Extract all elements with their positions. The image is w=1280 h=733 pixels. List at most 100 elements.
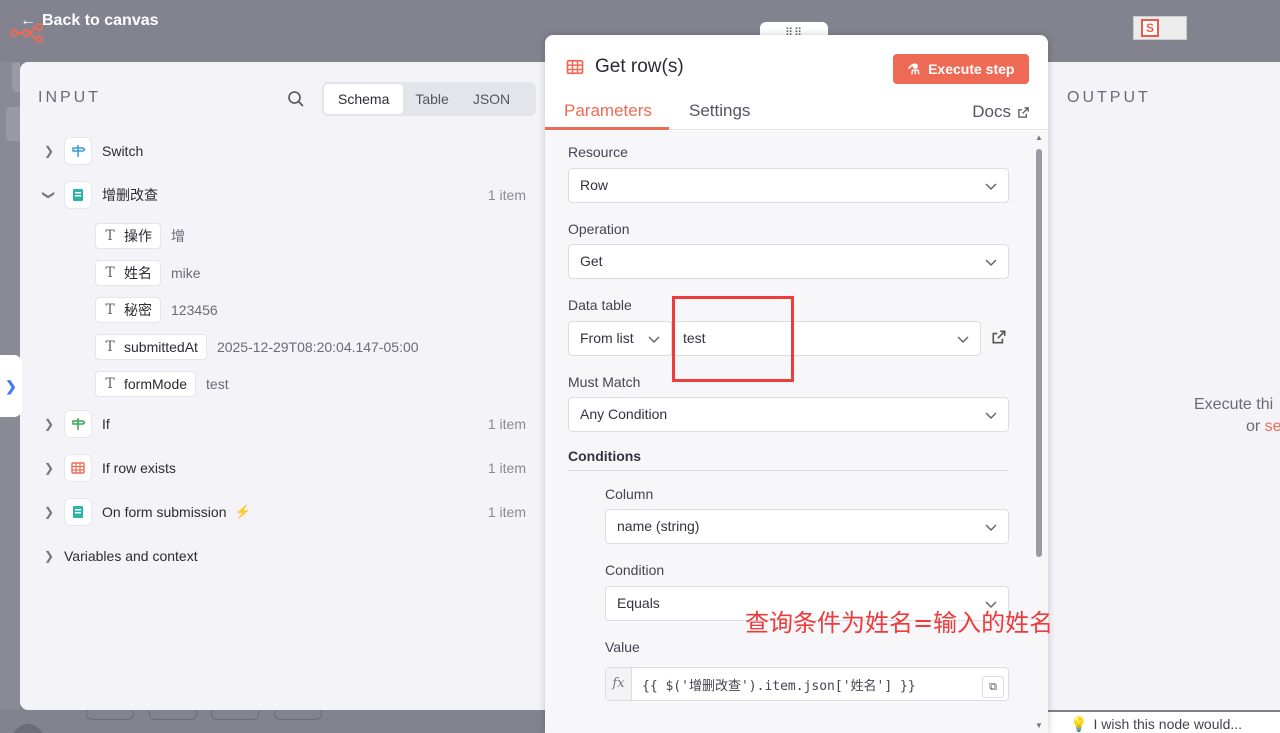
condition-value: Equals [617, 595, 660, 611]
chevron-right-icon: ❯ [43, 144, 55, 158]
flask-icon: ⚗ [907, 60, 921, 77]
input-panel-label: INPUT [38, 89, 101, 106]
tab-json[interactable]: JSON [461, 84, 522, 114]
lightbulb-icon: 💡 [1070, 716, 1088, 732]
expression-text: {{ $('增删改查').item.json['姓名'] }} [642, 678, 916, 694]
node-name: On form submission [102, 504, 227, 520]
column-value: name (string) [617, 518, 700, 534]
operation-select[interactable]: Get [568, 244, 1009, 279]
execute-step-label: Execute step [928, 61, 1015, 77]
item-count: 1 item [487, 460, 526, 476]
field-value: 增 [171, 228, 185, 244]
chevron-right-icon: ❯ [43, 505, 55, 519]
switch-icon [64, 137, 92, 165]
resource-label: Resource [568, 144, 628, 160]
item-count: 1 item [487, 187, 526, 203]
expand-side-button[interactable]: ❯ [0, 355, 22, 417]
parameters-panel: Resource Row Operation Get Data table Fr… [545, 131, 1053, 733]
text-type-icon: T [105, 376, 115, 392]
must-match-value: Any Condition [580, 406, 668, 422]
field-value: test [206, 376, 229, 392]
docs-label: Docs [972, 102, 1011, 121]
data-table-mode-select[interactable]: From list [568, 321, 672, 356]
external-link-icon [1018, 106, 1029, 118]
tree-node-switch[interactable]: ❯ Switch [40, 136, 530, 166]
s-logo-icon: S [1141, 19, 1159, 37]
form-icon [64, 498, 92, 526]
column-select[interactable]: name (string) [605, 509, 1009, 544]
highlight-box [672, 296, 794, 382]
tree-node-form[interactable]: ❯ 增删改查 1 item [40, 180, 530, 210]
schema-field[interactable]: T 秘密 123456 [95, 295, 218, 325]
feedback-bar[interactable]: 💡 I wish this node would... [1048, 712, 1280, 733]
variables-label: Variables and context [64, 548, 198, 564]
output-hint-prefix: or [1246, 418, 1265, 435]
chevron-right-icon: ❯ [43, 417, 55, 431]
node-name: 增删改查 [102, 187, 158, 203]
item-count: 1 item [487, 504, 526, 520]
output-panel-label: OUTPUT [1067, 89, 1151, 106]
node-title-text[interactable]: Get row(s) [595, 56, 684, 78]
output-hint: Execute thi [1194, 396, 1274, 413]
docs-link[interactable]: Docs [972, 102, 1030, 122]
tab-schema[interactable]: Schema [324, 84, 404, 114]
external-link-icon[interactable] [991, 329, 1007, 345]
node-name: If [102, 416, 110, 432]
column-label: Column [605, 486, 654, 502]
input-panel: INPUT Schema Table JSON ❯ Switch ❯ 增删改查 … [20, 62, 545, 710]
table-icon [64, 454, 92, 482]
schema-field[interactable]: TformMode test [95, 369, 229, 399]
field-key: formMode [124, 376, 188, 392]
scroll-up-icon[interactable]: ▲ [1035, 133, 1043, 142]
output-hint-link[interactable]: se [1265, 418, 1280, 435]
must-match-label: Must Match [568, 374, 641, 390]
expand-expression-icon[interactable]: ⧉ [982, 676, 1004, 698]
chevron-right-icon: ❯ [43, 461, 55, 475]
tree-node-on-form-submission[interactable]: ❯ On form submission ⚡ 1 item [40, 497, 530, 527]
resource-value: Row [580, 177, 609, 193]
tab-settings[interactable]: Settings [689, 101, 750, 121]
schema-field[interactable]: T 姓名 mike [95, 258, 201, 288]
chevron-down-icon [985, 259, 997, 267]
operation-label: Operation [568, 221, 630, 237]
text-type-icon: T [105, 302, 115, 318]
data-table-mode: From list [580, 330, 634, 346]
annotation-text: 查询条件为姓名=输入的姓名 [745, 609, 1054, 637]
tab-table[interactable]: Table [403, 84, 460, 114]
text-type-icon: T [105, 339, 115, 355]
resource-select[interactable]: Row [568, 168, 1009, 203]
back-label: Back to canvas [42, 12, 159, 29]
tree-node-variables[interactable]: ❯ Variables and context [40, 541, 530, 571]
schema-field[interactable]: TsubmittedAt 2025-12-29T08:20:04.147-05:… [95, 332, 419, 362]
field-value: 123456 [171, 302, 218, 318]
ndv-tabs: Parameters Settings Docs [545, 99, 1048, 130]
scrollbar-thumb[interactable] [1036, 149, 1042, 557]
tab-parameters[interactable]: Parameters [564, 101, 652, 121]
active-tab-underline [545, 127, 669, 130]
field-key: submittedAt [124, 339, 198, 355]
fx-icon: fx [606, 668, 632, 700]
back-to-canvas-button[interactable]: ← Back to canvas [20, 12, 159, 30]
condition-label: Condition [605, 562, 665, 578]
tree-node-if-row-exists[interactable]: ❯ If row exists 1 item [40, 453, 530, 483]
input-method-badge: S [1133, 16, 1187, 40]
canvas-bottom [0, 710, 545, 733]
tree-node-if[interactable]: ❯ If 1 item [40, 409, 530, 439]
node-name: Switch [102, 143, 144, 159]
scroll-down-icon[interactable]: ▼ [1035, 721, 1043, 730]
chevron-down-icon [985, 524, 997, 532]
chevron-down-icon [985, 412, 997, 420]
schema-field[interactable]: T 操作 增 [95, 221, 185, 251]
chevron-down-icon [957, 336, 969, 344]
node-title: Get row(s) [565, 56, 684, 78]
execute-step-button[interactable]: ⚗ Execute step [893, 54, 1029, 84]
arrow-right-icon: ❯ [5, 377, 17, 394]
chevron-down-icon: ❯ [42, 189, 56, 201]
must-match-select[interactable]: Any Condition [568, 397, 1009, 432]
feedback-label: I wish this node would... [1093, 716, 1243, 732]
input-view-switcher: Schema Table JSON [322, 82, 536, 116]
text-type-icon: T [105, 265, 115, 281]
table-icon [566, 59, 584, 75]
search-icon[interactable] [287, 90, 305, 108]
value-expression-field[interactable]: fx {{ $('增删改查').item.json['姓名'] }} ⧉ [605, 667, 1009, 701]
